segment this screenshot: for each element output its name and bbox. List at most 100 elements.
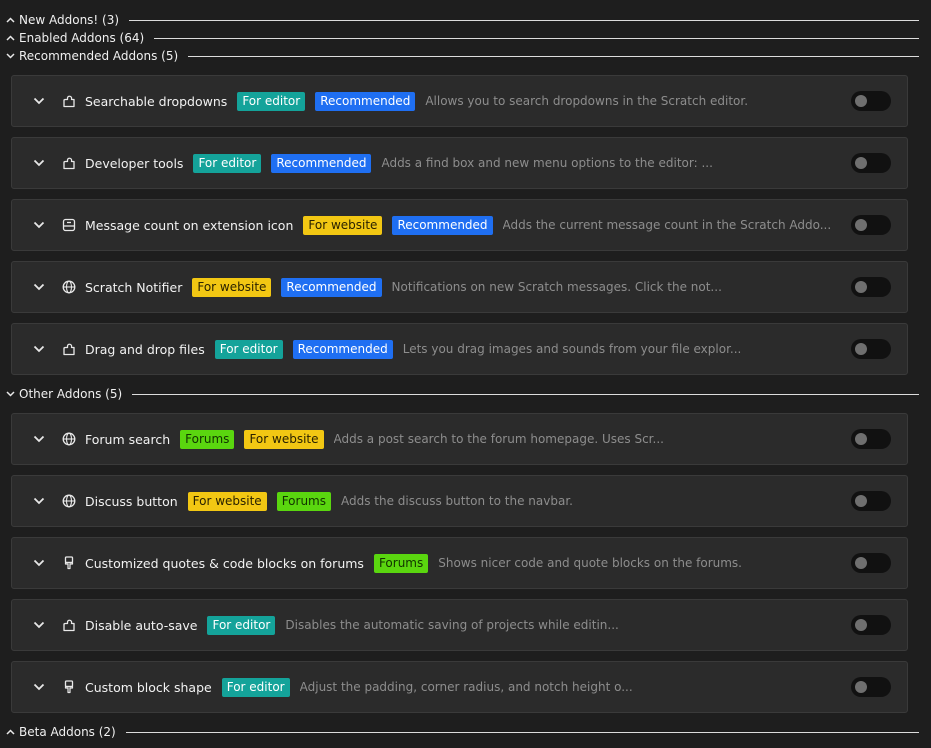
- addon-toggle[interactable]: [851, 553, 891, 573]
- addon-description: Allows you to search dropdowns in the Sc…: [425, 94, 749, 108]
- addon-toggle[interactable]: [851, 615, 891, 635]
- expand-chevron-icon[interactable]: [29, 553, 49, 573]
- addon-card-customized-quotes: Customized quotes & code blocks on forum…: [11, 537, 908, 589]
- brush-icon: [61, 555, 77, 571]
- divider: [125, 731, 919, 733]
- tag-recommended: Recommended: [281, 277, 382, 297]
- addon-toggle[interactable]: [851, 429, 891, 449]
- addon-name: Discuss button: [85, 493, 178, 509]
- addon-description: Adds a find box and new menu options to …: [381, 156, 713, 170]
- expand-chevron-icon[interactable]: [29, 277, 49, 297]
- expand-chevron-icon[interactable]: [29, 677, 49, 697]
- expand-chevron-icon[interactable]: [29, 429, 49, 449]
- addon-name: Scratch Notifier: [85, 279, 183, 295]
- addon-name: Disable auto-save: [85, 617, 198, 633]
- category-recommended-addons[interactable]: Recommended Addons (5): [0, 47, 919, 65]
- globe-icon: [61, 493, 77, 509]
- globe-icon: [61, 279, 77, 295]
- category-beta-addons[interactable]: Beta Addons (2): [0, 723, 919, 741]
- addon-toggle[interactable]: [851, 277, 891, 297]
- addon-name: Customized quotes & code blocks on forum…: [85, 555, 364, 571]
- expand-chevron-icon[interactable]: [29, 153, 49, 173]
- addon-description: Lets you drag images and sounds from you…: [402, 342, 742, 356]
- category-other-addons[interactable]: Other Addons (5): [0, 385, 919, 403]
- addon-card-drag-and-drop: Drag and drop files For editor Recommend…: [11, 323, 908, 375]
- tag-forums: Forums: [373, 553, 429, 573]
- divider: [154, 37, 919, 39]
- puzzle-icon: [61, 155, 77, 171]
- addon-description: Notifications on new Scratch messages. C…: [391, 280, 722, 294]
- addon-card-message-count: Message count on extension icon For webs…: [11, 199, 908, 251]
- category-new-addons[interactable]: New Addons! (3): [0, 11, 919, 29]
- tag-recommended: Recommended: [315, 91, 416, 111]
- addon-name: Developer tools: [85, 155, 184, 171]
- divider: [188, 55, 919, 57]
- addon-description: Disables the automatic saving of project…: [285, 618, 619, 632]
- addon-card-disable-auto-save: Disable auto-save For editor Disables th…: [11, 599, 908, 651]
- puzzle-icon: [61, 617, 77, 633]
- expand-chevron-icon[interactable]: [29, 339, 49, 359]
- addon-name: Searchable dropdowns: [85, 93, 228, 109]
- addon-card-developer-tools: Developer tools For editor Recommended A…: [11, 137, 908, 189]
- category-enabled-addons[interactable]: Enabled Addons (64): [0, 29, 919, 47]
- addon-toggle[interactable]: [851, 91, 891, 111]
- expand-chevron-icon[interactable]: [29, 91, 49, 111]
- toggle-knob: [855, 157, 867, 169]
- expand-chevron-icon[interactable]: [29, 215, 49, 235]
- addon-description: Adds a post search to the forum homepage…: [333, 432, 664, 446]
- toggle-knob: [855, 495, 867, 507]
- toggle-knob: [855, 219, 867, 231]
- addon-card-forum-search: Forum search Forums For website Adds a p…: [11, 413, 908, 465]
- puzzle-icon: [61, 341, 77, 357]
- category-title: Other Addons (5): [19, 387, 123, 401]
- category-title: Beta Addons (2): [19, 725, 116, 739]
- addon-toggle[interactable]: [851, 153, 891, 173]
- addon-description: Adds the current message count in the Sc…: [502, 218, 832, 232]
- toggle-knob: [855, 281, 867, 293]
- addon-toggle[interactable]: [851, 339, 891, 359]
- addon-name: Message count on extension icon: [85, 217, 294, 233]
- popup-icon: [61, 217, 77, 233]
- toggle-knob: [855, 95, 867, 107]
- toggle-knob: [855, 557, 867, 569]
- addon-name: Custom block shape: [85, 679, 212, 695]
- addon-card-discuss-button: Discuss button For website Forums Adds t…: [11, 475, 908, 527]
- addon-toggle[interactable]: [851, 215, 891, 235]
- addon-description: Shows nicer code and quote blocks on the…: [438, 556, 742, 570]
- tag-for-website: For website: [192, 277, 272, 297]
- tag-recommended: Recommended: [292, 339, 393, 359]
- addon-toggle[interactable]: [851, 491, 891, 511]
- toggle-knob: [855, 433, 867, 445]
- category-title: Enabled Addons (64): [19, 31, 145, 45]
- tag-for-website: For website: [303, 215, 383, 235]
- category-title: Recommended Addons (5): [19, 49, 179, 63]
- tag-for-editor: For editor: [193, 153, 262, 173]
- chevron-down-icon: [5, 391, 15, 397]
- addon-name: Forum search: [85, 431, 171, 447]
- tag-forums: Forums: [276, 491, 331, 511]
- chevron-up-icon: [5, 17, 15, 23]
- addon-card-searchable-dropdowns: Searchable dropdowns For editor Recommen…: [11, 75, 908, 127]
- divider: [132, 393, 919, 395]
- tag-for-website: For website: [244, 429, 324, 449]
- divider: [129, 19, 919, 21]
- addon-card-scratch-notifier: Scratch Notifier For website Recommended…: [11, 261, 908, 313]
- toggle-knob: [855, 619, 867, 631]
- globe-icon: [61, 431, 77, 447]
- expand-chevron-icon[interactable]: [29, 615, 49, 635]
- chevron-up-icon: [5, 35, 15, 41]
- tag-for-editor: For editor: [207, 615, 276, 635]
- category-title: New Addons! (3): [19, 13, 120, 27]
- addon-toggle[interactable]: [851, 677, 891, 697]
- addon-description: Adds the discuss button to the navbar.: [341, 494, 573, 508]
- addon-name: Drag and drop files: [85, 341, 205, 357]
- tag-for-editor: For editor: [221, 677, 290, 697]
- tag-recommended: Recommended: [392, 215, 493, 235]
- tag-recommended: Recommended: [271, 153, 372, 173]
- chevron-down-icon: [5, 53, 15, 59]
- expand-chevron-icon[interactable]: [29, 491, 49, 511]
- puzzle-icon: [61, 93, 77, 109]
- chevron-up-icon: [5, 729, 15, 735]
- toggle-knob: [855, 681, 867, 693]
- brush-icon: [61, 679, 77, 695]
